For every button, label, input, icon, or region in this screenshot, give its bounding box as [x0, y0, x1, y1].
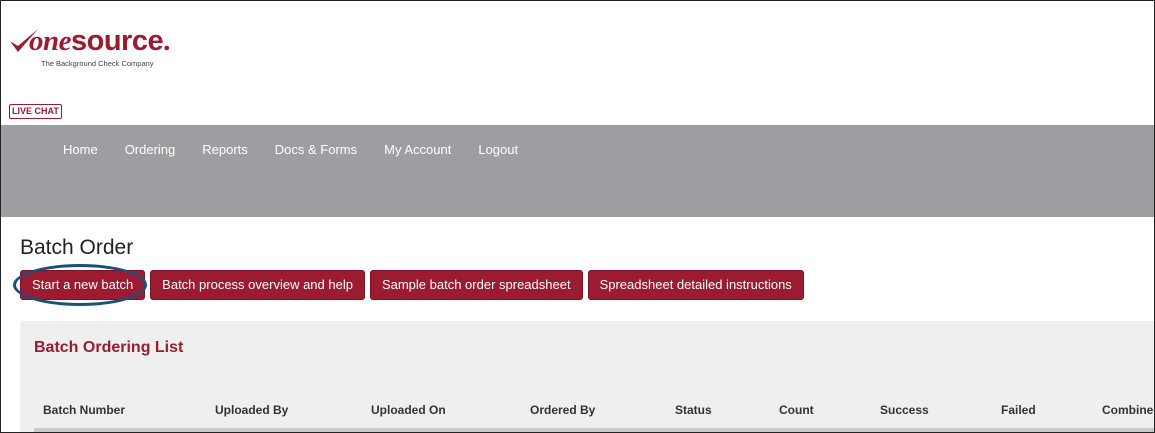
start-new-batch-button[interactable]: Start a new batch: [20, 270, 146, 300]
column-header-count[interactable]: Count: [779, 403, 814, 417]
batch-action-buttons: Start a new batch Batch process overview…: [20, 270, 809, 300]
logo-wordmark: onesource.: [29, 25, 170, 57]
sample-spreadsheet-button[interactable]: Sample batch order spreadsheet: [369, 270, 583, 300]
table-header-row: Batch Number Uploaded By Uploaded On Ord…: [20, 403, 1154, 423]
column-header-uploaded-by[interactable]: Uploaded By: [215, 403, 288, 417]
main-navbar: Home Ordering Reports Docs & Forms My Ac…: [1, 125, 1154, 217]
column-header-success[interactable]: Success: [880, 403, 929, 417]
column-header-status[interactable]: Status: [675, 403, 712, 417]
logo-tagline: The Background Check Company: [41, 59, 154, 68]
nav-ordering[interactable]: Ordering: [125, 142, 176, 157]
live-chat-button[interactable]: LIVE CHAT: [9, 104, 62, 119]
page-frame: onesource. The Background Check Company …: [0, 0, 1155, 433]
nav-home[interactable]: Home: [63, 142, 98, 157]
batch-ordering-panel: Batch Ordering List Batch Number Uploade…: [20, 321, 1154, 432]
column-header-batch-number[interactable]: Batch Number: [43, 403, 125, 417]
page-title: Batch Order: [20, 236, 134, 259]
column-header-combined[interactable]: Combined: [1102, 403, 1154, 417]
column-header-failed[interactable]: Failed: [1001, 403, 1036, 417]
column-header-uploaded-on[interactable]: Uploaded On: [371, 403, 446, 417]
nav-docs-forms[interactable]: Docs & Forms: [275, 142, 357, 157]
spreadsheet-instructions-button[interactable]: Spreadsheet detailed instructions: [587, 270, 804, 300]
nav-logout[interactable]: Logout: [478, 142, 518, 157]
panel-title: Batch Ordering List: [34, 339, 184, 356]
column-header-ordered-by[interactable]: Ordered By: [530, 403, 595, 417]
batch-overview-help-button[interactable]: Batch process overview and help: [150, 270, 365, 300]
nav-reports[interactable]: Reports: [202, 142, 248, 157]
nav-my-account[interactable]: My Account: [384, 142, 451, 157]
table-header-divider: [34, 428, 1154, 432]
